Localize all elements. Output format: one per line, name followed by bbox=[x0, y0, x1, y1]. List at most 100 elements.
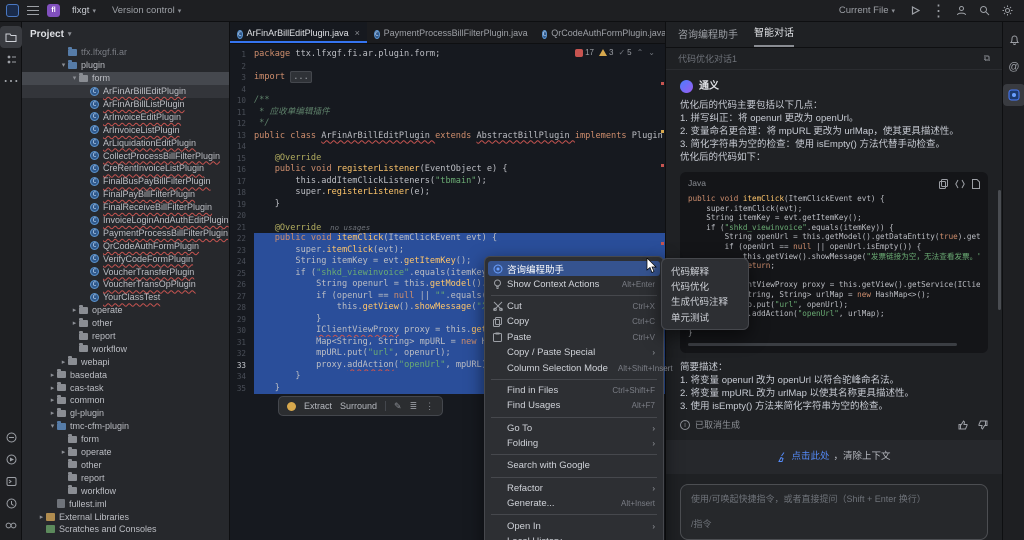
tree-chevron-icon[interactable]: ▸ bbox=[48, 371, 57, 379]
vcs-widget[interactable]: Version control▾ bbox=[108, 3, 185, 18]
editor-tab-arfinarbilleditplugin-java[interactable]: CArFinArBillEditPlugin.java× bbox=[230, 22, 367, 43]
project-panel-header[interactable]: Project▾ bbox=[22, 22, 229, 46]
code-line[interactable]: 22 public void itemClick(ItemClickEvent … bbox=[230, 233, 665, 245]
tree-item-crerentinvoicelistplugin[interactable]: CCreRentInvoiceListPlugin bbox=[22, 162, 229, 175]
vcs-tool-icon[interactable] bbox=[0, 514, 22, 536]
open-in-editor-icon[interactable]: ⧉ bbox=[984, 53, 990, 64]
notifications-bell-icon[interactable] bbox=[1003, 28, 1024, 50]
clear-context-link[interactable]: 点击此处 bbox=[791, 450, 829, 463]
project-tool-icon[interactable] bbox=[0, 26, 22, 48]
tree-item-scratches and consoles[interactable]: Scratches and Consoles bbox=[22, 523, 229, 536]
submenu-item-代码优化[interactable]: 代码优化 bbox=[662, 278, 748, 293]
tree-item-paymentprocessbillfilterplugin[interactable]: CPaymentProcessBillFilterPlugin bbox=[22, 226, 229, 239]
menu-item-local-history[interactable]: Local History› bbox=[485, 534, 663, 540]
tree-item-vouchertransopplugin[interactable]: CVoucherTransOpPlugin bbox=[22, 278, 229, 291]
assistant-tab-智能对话[interactable]: 智能对话 bbox=[754, 24, 794, 47]
assistant-scrollbar[interactable] bbox=[998, 190, 1001, 310]
tree-chevron-icon[interactable]: ▸ bbox=[48, 396, 57, 404]
tree-item-yourclasstest[interactable]: CYourClassTest bbox=[22, 291, 229, 304]
menu-item-generate-[interactable]: Generate...Alt+Insert bbox=[485, 496, 663, 511]
search-icon[interactable] bbox=[978, 4, 991, 17]
code-line[interactable]: 18 super.registerListener(e); bbox=[230, 187, 665, 199]
tree-chevron-icon[interactable]: ▸ bbox=[37, 513, 46, 521]
tree-item-webapi[interactable]: ▸webapi bbox=[22, 355, 229, 368]
menu-item-go-to[interactable]: Go To› bbox=[485, 421, 663, 436]
code-line[interactable]: 13public class ArFinArBillEditPlugin ext… bbox=[230, 130, 665, 142]
services-tool-icon[interactable] bbox=[0, 448, 22, 470]
tree-item-other[interactable]: other bbox=[22, 459, 229, 472]
tree-item-tfx.lfxgf.fi.ar[interactable]: tfx.lfxgf.fi.ar bbox=[22, 46, 229, 59]
run-icon[interactable] bbox=[909, 4, 922, 17]
app-logo-icon[interactable] bbox=[6, 4, 19, 17]
tree-chevron-icon[interactable]: ▾ bbox=[59, 61, 68, 69]
tree-item-other[interactable]: ▸other bbox=[22, 317, 229, 330]
tree-item-collectprocessbillfilterplugin[interactable]: CCollectProcessBillFilterPlugin bbox=[22, 149, 229, 162]
tree-item-vouchertransferplugin[interactable]: CVoucherTransferPlugin bbox=[22, 265, 229, 278]
tree-item-external libraries[interactable]: ▸External Libraries bbox=[22, 510, 229, 523]
tree-item-cas-task[interactable]: ▸cas-task bbox=[22, 381, 229, 394]
code-line[interactable]: 20 bbox=[230, 210, 665, 222]
chat-input[interactable]: 使用/可唤起快捷指令，或者直接提问（Shift + Enter 换行） /指令 bbox=[680, 484, 988, 540]
menu-item--[interactable]: 咨询编程助手› bbox=[488, 261, 660, 276]
menu-item-find-usages[interactable]: Find UsagesAlt+F7 bbox=[485, 398, 663, 413]
code-line[interactable]: 10/** bbox=[230, 95, 665, 107]
tree-item-operate[interactable]: ▸operate bbox=[22, 304, 229, 317]
tree-chevron-icon[interactable]: ▸ bbox=[70, 319, 79, 327]
tree-item-basedata[interactable]: ▸basedata bbox=[22, 368, 229, 381]
menu-item-show-context-actions[interactable]: Show Context ActionsAlt+Enter bbox=[485, 276, 663, 291]
tree-item-fullest.iml[interactable]: fullest.iml bbox=[22, 497, 229, 510]
menu-item-search-with-google[interactable]: Search with Google bbox=[485, 458, 663, 473]
tree-item-arliquidationeditplugin[interactable]: CArLiquidationEditPlugin bbox=[22, 136, 229, 149]
main-menu-icon[interactable] bbox=[27, 6, 39, 15]
tree-item-verifycodeformplugin[interactable]: CVerifyCodeFormPlugin bbox=[22, 252, 229, 265]
menu-item-cut[interactable]: CutCtrl+X bbox=[485, 299, 663, 314]
tree-item-plugin[interactable]: ▾plugin bbox=[22, 59, 229, 72]
code-line[interactable]: 11 * 应收单编辑插件 bbox=[230, 107, 665, 119]
code-line[interactable]: 4 bbox=[230, 84, 665, 96]
run-configuration-selector[interactable]: Current File▾ bbox=[835, 3, 899, 18]
tree-chevron-icon[interactable]: ▾ bbox=[70, 74, 79, 82]
tree-item-finalreceivebillfilterplugin[interactable]: CFinalReceiveBillFilterPlugin bbox=[22, 201, 229, 214]
menu-item-copy-paste-special[interactable]: Copy / Paste Special› bbox=[485, 345, 663, 360]
copy-code-icon[interactable] bbox=[939, 179, 948, 189]
tree-chevron-icon[interactable]: ▸ bbox=[70, 306, 79, 314]
tree-item-arinvoicelistplugin[interactable]: CArInvoiceListPlugin bbox=[22, 123, 229, 136]
thumbs-down-icon[interactable] bbox=[978, 420, 988, 430]
code-line[interactable]: 21 @Override no usages bbox=[230, 222, 665, 234]
menu-item-copy[interactable]: CopyCtrl+C bbox=[485, 314, 663, 329]
code-line[interactable]: 14 bbox=[230, 141, 665, 153]
list-icon[interactable]: ≣ bbox=[410, 401, 418, 412]
tree-item-workflow[interactable]: workflow bbox=[22, 342, 229, 355]
terminal-tool-icon[interactable] bbox=[0, 470, 22, 492]
code-line[interactable]: 19 } bbox=[230, 199, 665, 211]
editor-tab-paymentprocessbillfilterplugin-java[interactable]: CPaymentProcessBillFilterPlugin.java bbox=[367, 22, 535, 43]
insert-code-icon[interactable] bbox=[955, 179, 965, 189]
code-line[interactable]: 12 */ bbox=[230, 118, 665, 130]
tree-item-arfinarbilleditplugin[interactable]: CArFinArBillEditPlugin bbox=[22, 85, 229, 98]
selection-action-toolbar[interactable]: Extract Surround ✎ ≣ ⋮ bbox=[278, 396, 443, 416]
menu-item-open-in[interactable]: Open In› bbox=[485, 518, 663, 533]
tree-item-report[interactable]: report bbox=[22, 330, 229, 343]
code-line[interactable]: 15 @Override bbox=[230, 153, 665, 165]
project-avatar[interactable]: fl bbox=[47, 4, 60, 17]
user-icon[interactable] bbox=[955, 4, 968, 17]
code-line[interactable]: 16 public void registerListener(EventObj… bbox=[230, 164, 665, 176]
code-line[interactable]: 17 this.addItemClickListeners("tbmain"); bbox=[230, 176, 665, 188]
more-actions-icon[interactable]: ⋮ bbox=[932, 4, 945, 17]
tree-item-finalbuspaybillfilterplugin[interactable]: CFinalBusPayBillFilterPlugin bbox=[22, 175, 229, 188]
tree-item-form[interactable]: form bbox=[22, 433, 229, 446]
intention-bulb-icon[interactable] bbox=[287, 402, 296, 411]
code-line[interactable]: 23 super.itemClick(evt); bbox=[230, 245, 665, 257]
tree-item-common[interactable]: ▸common bbox=[22, 394, 229, 407]
menu-item-refactor[interactable]: Refactor› bbox=[485, 481, 663, 496]
code-line[interactable]: 3import ... bbox=[230, 72, 665, 84]
tree-item-gl-plugin[interactable]: ▸gl-plugin bbox=[22, 407, 229, 420]
tree-item-invoiceloginandautheditplugin[interactable]: CInvoiceLoginAndAuthEditPlugin bbox=[22, 214, 229, 227]
tree-chevron-icon[interactable]: ▸ bbox=[48, 409, 57, 417]
tree-item-finalpaybillfilterplugin[interactable]: CFinalPayBillFilterPlugin bbox=[22, 188, 229, 201]
tree-chevron-icon[interactable]: ▸ bbox=[59, 448, 68, 456]
close-tab-icon[interactable]: × bbox=[355, 28, 360, 38]
tree-item-arinvoiceeditplugin[interactable]: CArInvoiceEditPlugin bbox=[22, 110, 229, 123]
editor-tab-qrcodeauthformplugin-java[interactable]: CQrCodeAuthFormPlugin.java bbox=[535, 22, 674, 43]
menu-item-column-selection-mode[interactable]: Column Selection ModeAlt+Shift+Insert bbox=[485, 360, 663, 375]
